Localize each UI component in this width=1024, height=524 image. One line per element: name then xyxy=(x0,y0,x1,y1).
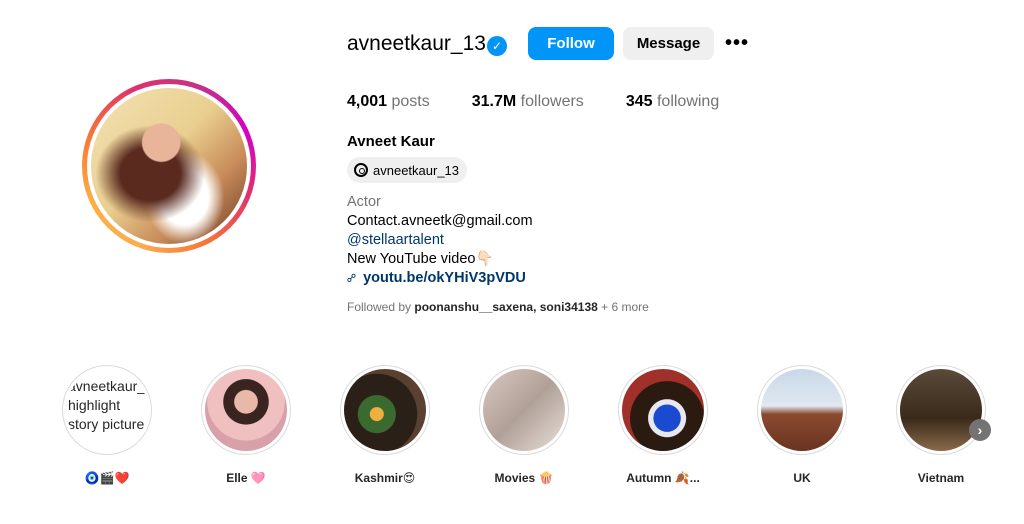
bio-contact: Contact.avneetk@gmail.com xyxy=(347,213,533,229)
followed-by-users: poonanshu__saxena, soni34138 xyxy=(414,300,598,314)
bio-category: Actor xyxy=(347,194,381,210)
posts-count: 4,001 posts xyxy=(347,93,430,110)
verified-badge-icon: ✓ xyxy=(487,36,507,56)
highlight-label: UK xyxy=(793,471,811,485)
highlight-cover xyxy=(205,369,287,451)
bio-mention-link[interactable]: @stellaartalent xyxy=(347,231,533,250)
highlight-item[interactable]: UK xyxy=(757,365,847,485)
chevron-right-icon[interactable]: › xyxy=(969,419,991,441)
highlight-item[interactable]: Autumn 🍂... xyxy=(618,365,708,485)
highlight-item[interactable]: avneetkaur_'s highlight story picture 🧿🎬… xyxy=(62,365,152,485)
profile-bio: Actor Contact.avneetk@gmail.com @stellaa… xyxy=(343,193,533,288)
bio-link-text: youtu.be/okYHiV3pVDU xyxy=(363,270,526,286)
threads-handle: avneetkaur_13 xyxy=(373,162,460,178)
link-icon: ⚯ xyxy=(343,269,361,287)
followed-by[interactable]: Followed by poonanshu__saxena, soni34138… xyxy=(347,300,649,314)
profile-stats: 4,001 posts 31.7M followers 345 followin… xyxy=(347,93,761,111)
more-options-icon[interactable]: ••• xyxy=(725,32,749,55)
follow-button[interactable]: Follow xyxy=(528,27,614,60)
highlight-cover xyxy=(761,369,843,451)
highlight-cover xyxy=(483,369,565,451)
profile-avatar[interactable] xyxy=(82,79,256,253)
highlight-item[interactable]: Kashmir😍 xyxy=(340,365,430,485)
followers-count[interactable]: 31.7M followers xyxy=(472,93,584,111)
message-button[interactable]: Message xyxy=(623,27,714,60)
highlight-label: Kashmir😍 xyxy=(354,471,416,485)
profile-full-name: Avneet Kaur xyxy=(347,133,435,150)
highlight-item[interactable]: Movies 🍿 xyxy=(479,365,569,485)
threads-icon xyxy=(354,163,368,177)
highlight-label: Autumn 🍂... xyxy=(626,471,700,485)
bio-youtube-line: New YouTube video👇🏻 xyxy=(347,251,494,267)
highlight-cover xyxy=(344,369,426,451)
following-count[interactable]: 345 following xyxy=(626,93,719,111)
highlight-label: 🧿🎬❤️ xyxy=(84,471,130,485)
highlight-label: Movies 🍿 xyxy=(494,471,554,485)
profile-username: avneetkaur_13 xyxy=(347,32,486,55)
highlight-label: Elle 🩷 xyxy=(226,471,266,485)
story-highlights: avneetkaur_'s highlight story picture 🧿🎬… xyxy=(62,365,986,485)
avatar-photo xyxy=(91,88,247,244)
highlight-cover-broken: avneetkaur_'s highlight story picture xyxy=(66,369,148,451)
bio-external-link[interactable]: ⚯ youtu.be/okYHiV3pVDU xyxy=(343,269,533,288)
highlight-label: Vietnam xyxy=(917,471,965,485)
highlight-cover xyxy=(900,369,982,451)
highlight-item[interactable]: Elle 🩷 xyxy=(201,365,291,485)
highlight-cover xyxy=(622,369,704,451)
threads-badge[interactable]: avneetkaur_13 xyxy=(347,157,468,183)
